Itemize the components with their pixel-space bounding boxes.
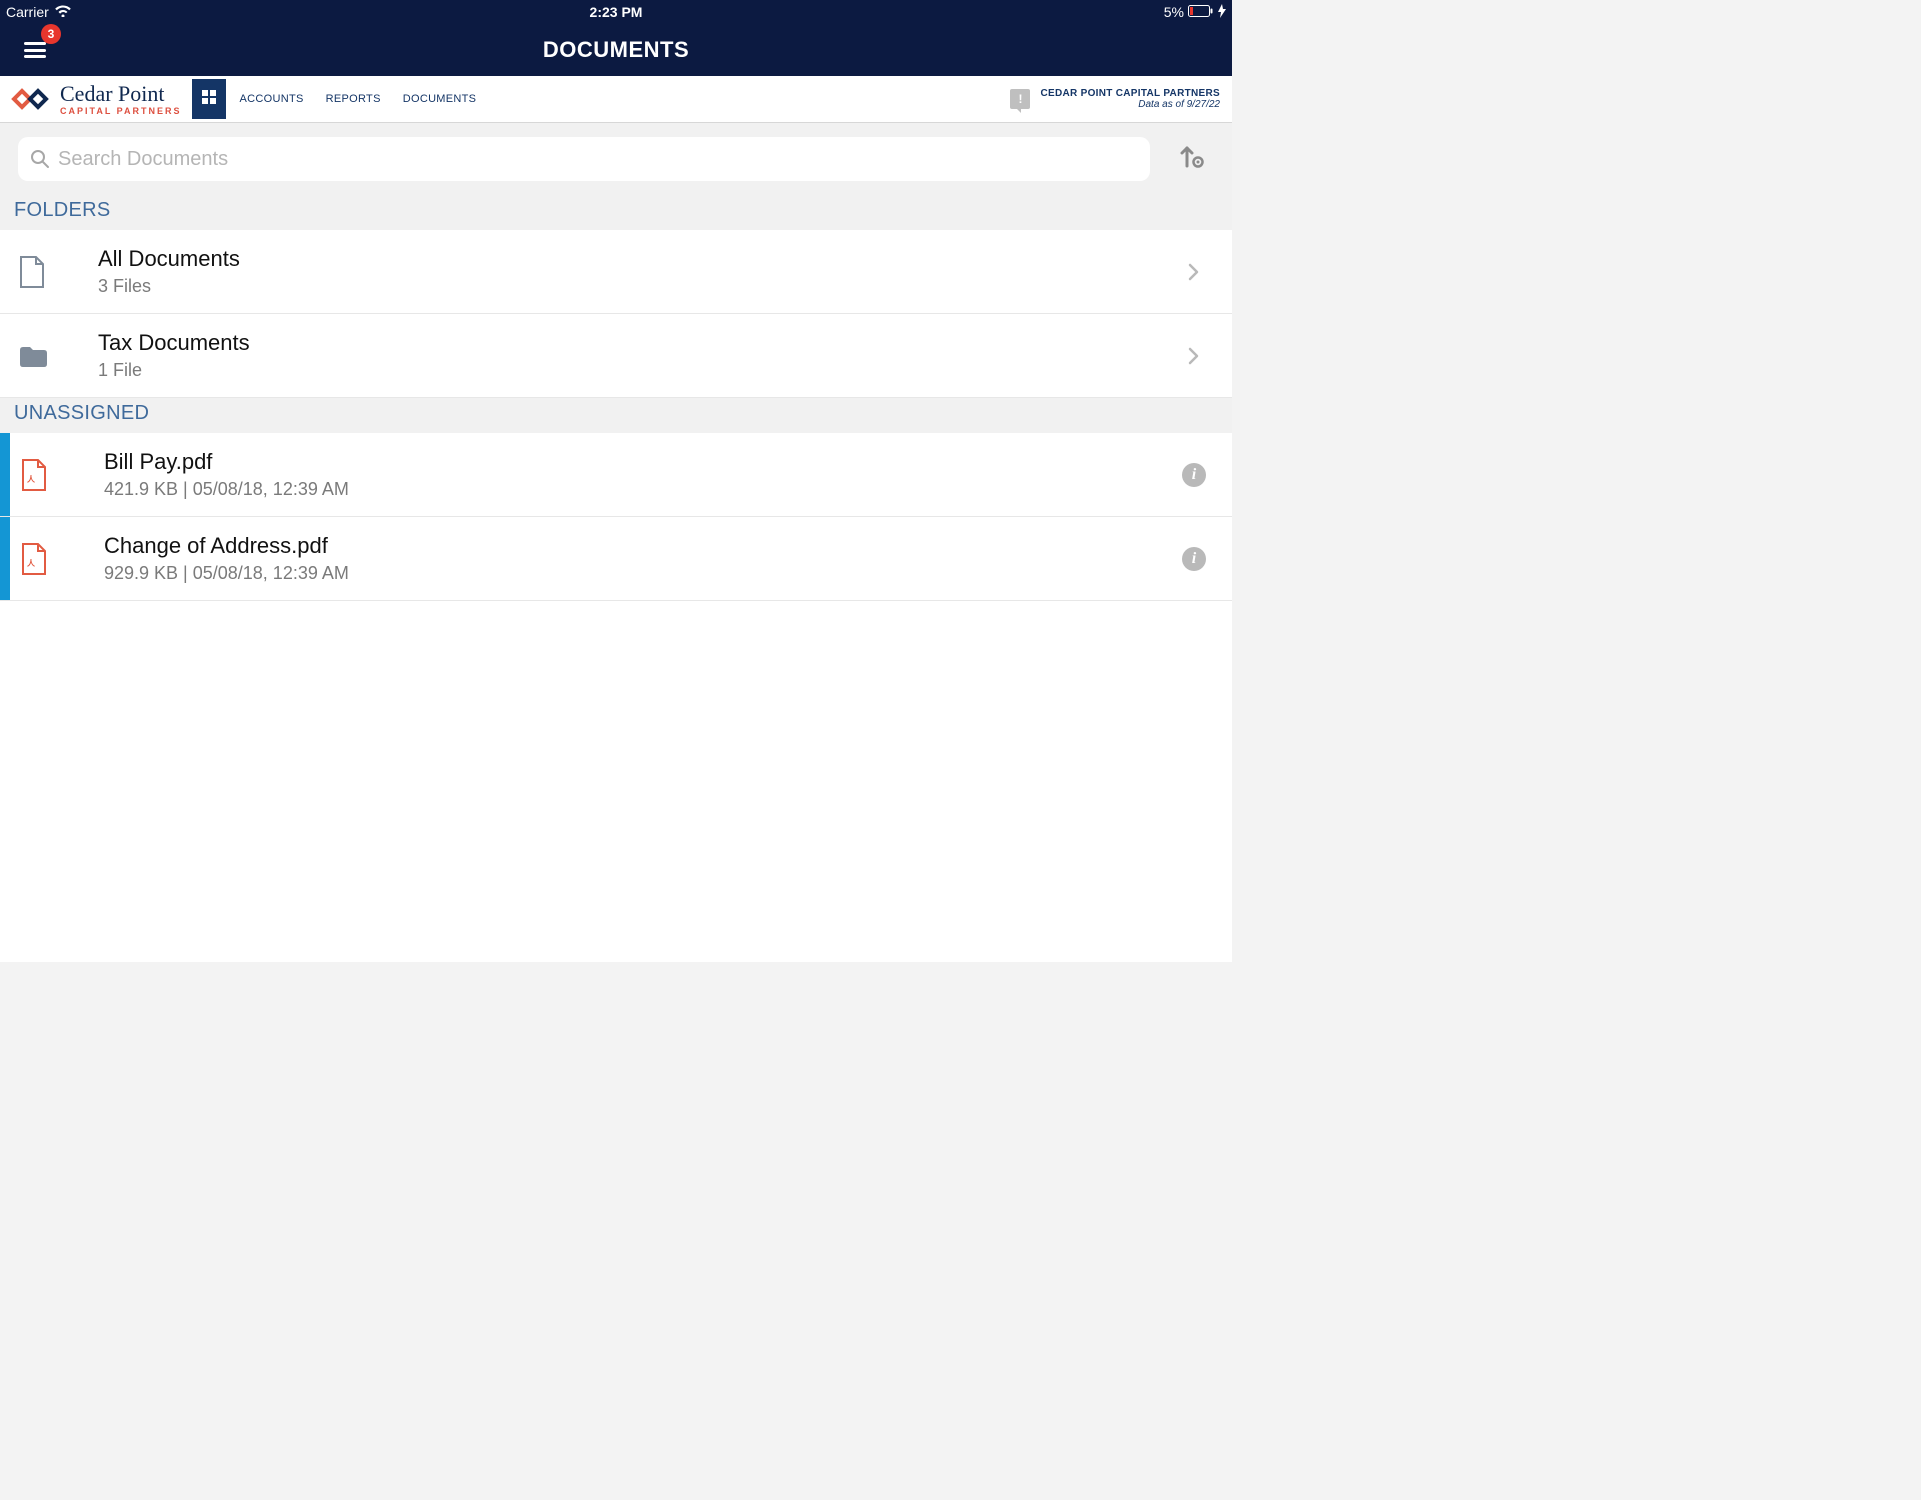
tab-documents[interactable]: DOCUMENTS xyxy=(403,93,477,105)
folder-subtitle: 1 File xyxy=(98,360,1174,381)
unread-indicator xyxy=(0,517,10,600)
info-button[interactable]: i xyxy=(1174,463,1214,487)
folder-title: All Documents xyxy=(98,246,1174,272)
info-icon: i xyxy=(1182,463,1206,487)
folder-icon xyxy=(18,344,98,368)
pdf-icon: 人 xyxy=(14,542,104,576)
unread-indicator xyxy=(0,433,10,516)
folder-row-all-documents[interactable]: All Documents 3 Files xyxy=(0,230,1232,314)
brand-name: Cedar Point xyxy=(60,83,182,105)
alert-icon[interactable]: ! xyxy=(1010,89,1030,109)
org-name-label: CEDAR POINT CAPITAL PARTNERS xyxy=(1040,88,1220,99)
brand-logo[interactable]: Cedar Point CAPITAL PARTNERS xyxy=(8,81,188,117)
info-button[interactable]: i xyxy=(1174,547,1214,571)
search-input-container[interactable] xyxy=(18,137,1150,181)
app-header: 3 DOCUMENTS xyxy=(0,24,1232,76)
file-subtitle: 929.9 KB | 05/08/18, 12:39 AM xyxy=(104,563,1174,584)
data-as-of-label: Data as of 9/27/22 xyxy=(1040,99,1220,110)
sort-button[interactable] xyxy=(1170,137,1214,181)
section-header-unassigned: UNASSIGNED xyxy=(0,398,1232,433)
tab-reports[interactable]: REPORTS xyxy=(326,93,381,105)
sub-nav-bar: Cedar Point CAPITAL PARTNERS ACCOUNTS RE… xyxy=(0,76,1232,123)
file-subtitle: 421.9 KB | 05/08/18, 12:39 AM xyxy=(104,479,1174,500)
wifi-icon xyxy=(55,4,71,20)
hamburger-icon xyxy=(24,42,46,58)
grid-icon xyxy=(202,90,216,109)
document-icon xyxy=(18,255,98,289)
search-input[interactable] xyxy=(58,148,1138,171)
brand-mark-icon xyxy=(8,81,52,117)
folder-subtitle: 3 Files xyxy=(98,276,1174,297)
file-title: Bill Pay.pdf xyxy=(104,449,1174,475)
svg-text:人: 人 xyxy=(27,474,36,484)
sort-icon xyxy=(1179,144,1205,175)
status-bar: Carrier 2:23 PM 5% xyxy=(0,0,1232,24)
file-row-change-of-address[interactable]: 人 Change of Address.pdf 929.9 KB | 05/08… xyxy=(0,517,1232,601)
pdf-icon: 人 xyxy=(14,458,104,492)
notification-badge: 3 xyxy=(41,24,61,44)
folder-row-tax-documents[interactable]: Tax Documents 1 File xyxy=(0,314,1232,398)
clock-label: 2:23 PM xyxy=(590,4,643,20)
info-icon: i xyxy=(1182,547,1206,571)
search-row xyxy=(0,123,1232,195)
chevron-right-icon xyxy=(1174,347,1214,365)
search-icon xyxy=(30,149,50,169)
svg-text:人: 人 xyxy=(27,558,36,568)
battery-pct-label: 5% xyxy=(1164,4,1184,20)
carrier-label: Carrier xyxy=(6,4,49,20)
folder-title: Tax Documents xyxy=(98,330,1174,356)
page-title: DOCUMENTS xyxy=(543,37,689,63)
chevron-right-icon xyxy=(1174,263,1214,281)
charging-icon xyxy=(1218,4,1226,21)
battery-icon xyxy=(1188,4,1214,20)
file-row-bill-pay[interactable]: 人 Bill Pay.pdf 421.9 KB | 05/08/18, 12:3… xyxy=(0,433,1232,517)
section-header-folders: FOLDERS xyxy=(0,195,1232,230)
file-title: Change of Address.pdf xyxy=(104,533,1174,559)
menu-button[interactable]: 3 xyxy=(15,30,55,70)
brand-subtitle: CAPITAL PARTNERS xyxy=(60,107,182,116)
tab-accounts[interactable]: ACCOUNTS xyxy=(240,93,304,105)
home-button[interactable] xyxy=(192,79,226,119)
